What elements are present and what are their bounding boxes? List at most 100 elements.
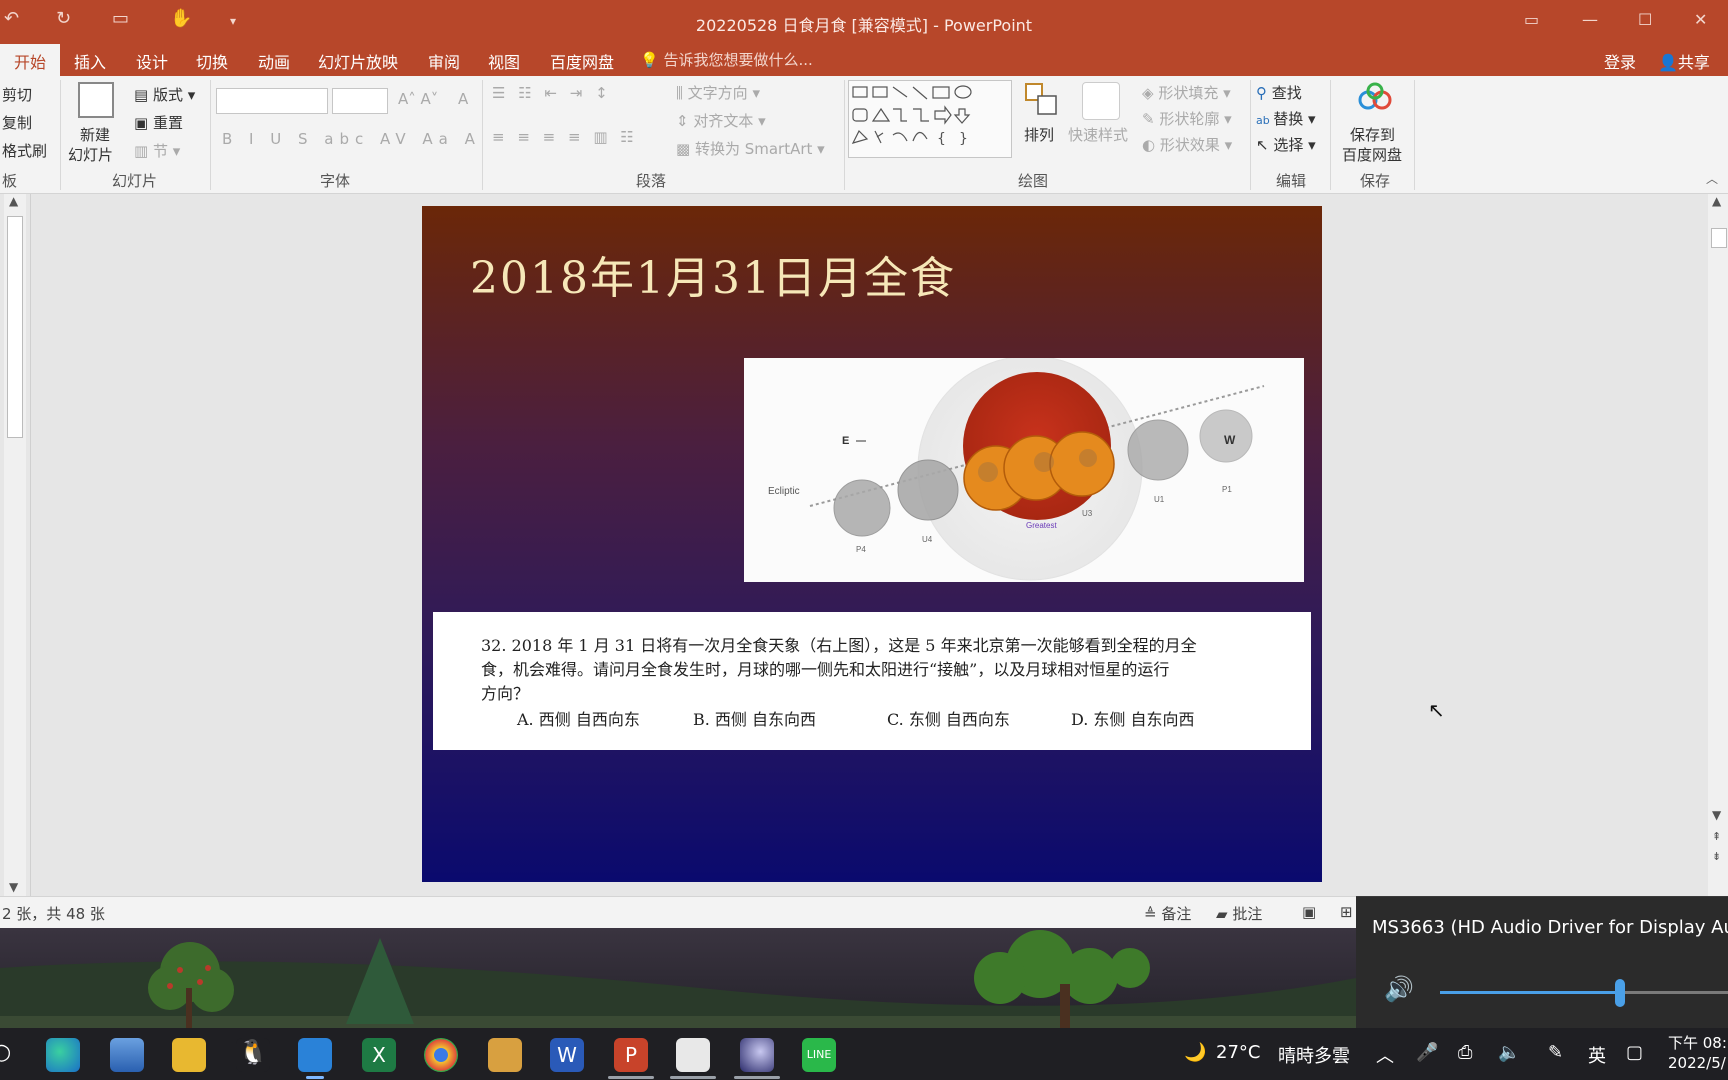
tab-baidu-netdisk[interactable]: 百度网盘 — [550, 49, 614, 73]
clear-formatting-icon[interactable]: A — [458, 90, 468, 108]
arrange-icon[interactable] — [1024, 82, 1058, 116]
align-text-button[interactable]: ⇕ 对齐文本 ▾ — [676, 110, 766, 131]
shape-fill-button[interactable]: ◈ 形状填充 ▾ — [1142, 82, 1231, 103]
next-slide-icon[interactable]: ⇟ — [1712, 850, 1721, 863]
tab-animations[interactable]: 动画 — [258, 49, 290, 73]
comments-button[interactable]: ▰ 批注 — [1216, 903, 1262, 924]
speaker-tray-icon[interactable]: 🔈 — [1498, 1042, 1520, 1063]
microphone-icon[interactable]: 🎤 — [1416, 1042, 1438, 1063]
copy-button[interactable]: 复制 — [2, 112, 32, 133]
telescope-app-icon[interactable] — [676, 1038, 710, 1072]
baidu-cloud-icon[interactable] — [1358, 82, 1392, 112]
notes-button[interactable]: ≜ 备注 — [1144, 903, 1191, 924]
alignment-icons[interactable]: ≡ ≡ ≡ ≡ ▥ ☷ — [492, 128, 638, 146]
ribbon-display-icon[interactable]: ▭ — [1524, 10, 1539, 29]
thumbnail-scrollbar[interactable]: ▲ ▼ — [4, 194, 26, 896]
save-to-label-2[interactable]: 百度网盘 — [1342, 144, 1402, 165]
scroll-thumb[interactable] — [1711, 228, 1727, 248]
volume-slider-thumb[interactable] — [1615, 979, 1625, 1007]
edge-icon[interactable] — [46, 1038, 80, 1072]
document-title: 20220528 日食月食 [兼容模式] - PowerPoint — [695, 16, 1033, 35]
collapse-ribbon-icon[interactable]: ︿ — [1706, 170, 1718, 187]
weather-icon[interactable]: 🌙 — [1184, 1042, 1206, 1063]
select-button[interactable]: ↖ 选择 ▾ — [1256, 134, 1316, 155]
scroll-thumb[interactable] — [7, 216, 23, 438]
new-slide-label-1[interactable]: 新建 — [80, 124, 110, 145]
scroll-down-icon[interactable]: ▼ — [9, 880, 18, 894]
tab-design[interactable]: 设计 — [136, 49, 168, 73]
quick-styles-label[interactable]: 快速样式 — [1068, 124, 1128, 145]
layout-button[interactable]: ▤ 版式 ▾ — [134, 84, 195, 105]
section-button[interactable]: ▥ 节 ▾ — [134, 140, 180, 161]
slide-sorter-icon[interactable]: ⊞ — [1340, 903, 1353, 921]
cut-button[interactable]: 剪切 — [2, 84, 32, 105]
store-icon[interactable] — [110, 1038, 144, 1072]
save-to-label-1[interactable]: 保存到 — [1350, 124, 1395, 145]
separator — [1330, 80, 1331, 190]
camera-icon[interactable]: ⎙ — [1458, 1042, 1472, 1063]
font-name-box[interactable] — [216, 88, 328, 114]
arrange-label[interactable]: 排列 — [1024, 124, 1054, 145]
tab-slideshow[interactable]: 幻灯片放映 — [318, 49, 398, 73]
ime-indicator[interactable]: 英 — [1588, 1042, 1606, 1068]
photos-icon[interactable] — [298, 1038, 332, 1072]
chrome-icon[interactable] — [424, 1038, 458, 1072]
share-button[interactable]: 👤共享 — [1652, 49, 1716, 73]
text-direction-button[interactable]: ⫼ 文字方向 ▾ — [676, 82, 760, 103]
qq-icon[interactable]: 🐧 — [236, 1038, 270, 1072]
new-slide-label-2[interactable]: 幻灯片 — [68, 144, 113, 165]
normal-view-icon[interactable]: ▣ — [1302, 903, 1316, 921]
list-indent-icons[interactable]: ☰ ☷ ⇤ ⇥ ↕ — [492, 84, 612, 102]
tab-home[interactable]: 开始 — [0, 44, 61, 76]
close-icon[interactable]: ✕ — [1694, 10, 1707, 29]
previous-slide-icon[interactable]: ⇞ — [1712, 830, 1721, 843]
scroll-down-icon[interactable]: ▼ — [1712, 808, 1721, 822]
reset-button[interactable]: ▣ 重置 — [134, 112, 183, 133]
shape-outline-button[interactable]: ✎ 形状轮廓 ▾ — [1142, 108, 1232, 129]
excel-icon[interactable]: X — [362, 1038, 396, 1072]
font-size-grow-shrink-icon[interactable]: A˄ A˅ — [398, 90, 438, 108]
scroll-up-icon[interactable]: ▲ — [9, 194, 18, 208]
tab-transitions[interactable]: 切换 — [196, 49, 228, 73]
quick-styles-icon[interactable] — [1082, 82, 1120, 120]
tab-view[interactable]: 视图 — [488, 49, 520, 73]
slide-scrollbar[interactable]: ▲ ▼ ⇞ ⇟ — [1708, 194, 1728, 896]
slide-canvas[interactable]: 2018年1月31日月全食 E W Ecliptic U1 P1 U3 U4 P… — [422, 206, 1322, 882]
weather-description[interactable]: 晴時多雲 — [1278, 1042, 1350, 1068]
volume-slider[interactable] — [1440, 979, 1728, 1007]
weather-temperature[interactable]: 27°C — [1216, 1042, 1260, 1063]
new-slide-icon[interactable] — [78, 82, 114, 118]
slides-group-label: 幻灯片 — [112, 172, 158, 190]
shape-effects-button[interactable]: ◐ 形状效果 ▾ — [1142, 134, 1232, 155]
tab-review[interactable]: 审阅 — [428, 49, 460, 73]
line-icon[interactable]: LINE — [802, 1038, 836, 1072]
smartart-button[interactable]: ▩ 转换为 SmartArt ▾ — [676, 138, 825, 159]
file-explorer-icon[interactable] — [172, 1038, 206, 1072]
tab-insert[interactable]: 插入 — [74, 49, 106, 73]
clock-time[interactable]: 下午 08: — [1668, 1032, 1727, 1053]
eclipse-diagram[interactable]: E W Ecliptic U1 P1 U3 U4 P4 Greatest — [744, 355, 1304, 582]
shape-gallery[interactable]: {} — [848, 80, 1012, 158]
minimize-icon[interactable]: — — [1582, 10, 1598, 29]
stellarium-icon[interactable] — [740, 1038, 774, 1072]
speaker-icon[interactable]: 🔊 — [1384, 975, 1414, 1003]
pen-icon[interactable]: ✎ — [1548, 1042, 1563, 1063]
find-button[interactable]: ⚲ 查找 — [1256, 82, 1302, 103]
question-textbox[interactable]: 32. 2018 年 1 月 31 日将有一次月全食天象（右上图），这是 5 年… — [433, 612, 1311, 750]
scroll-up-icon[interactable]: ▲ — [1712, 194, 1721, 208]
search-icon[interactable]: ○ — [0, 1040, 11, 1065]
tell-me-box[interactable]: 💡 告诉我您想要做什么... — [640, 49, 813, 70]
chevron-up-icon[interactable]: ︿ — [1376, 1042, 1394, 1068]
slide-title[interactable]: 2018年1月31日月全食 — [470, 242, 956, 306]
powerpoint-icon[interactable]: P — [614, 1038, 648, 1072]
replace-button[interactable]: ab 替换 ▾ — [1256, 108, 1316, 129]
format-painter-button[interactable]: 格式刷 — [2, 140, 47, 161]
clock-date[interactable]: 2022/5/ — [1668, 1054, 1726, 1072]
font-size-box[interactable] — [332, 88, 388, 114]
word-icon[interactable]: W — [550, 1038, 584, 1072]
font-format-icons[interactable]: B I U S abc AV Aa A — [222, 130, 481, 148]
maximize-icon[interactable]: ☐ — [1638, 10, 1652, 29]
sign-in-link[interactable]: 登录 — [1604, 49, 1636, 73]
ime-mode-icon[interactable]: ▢ — [1626, 1042, 1643, 1063]
app-icon[interactable] — [488, 1038, 522, 1072]
